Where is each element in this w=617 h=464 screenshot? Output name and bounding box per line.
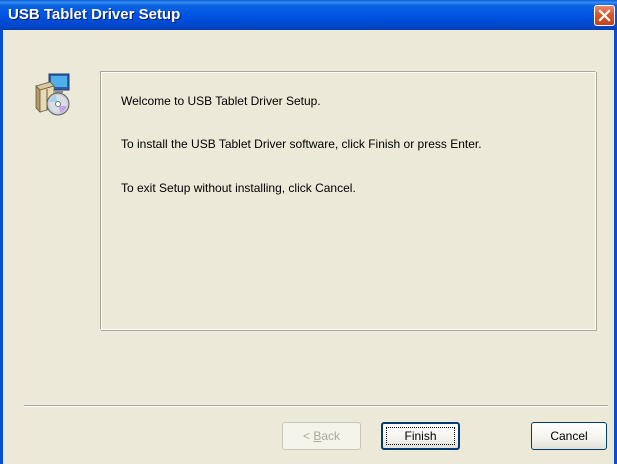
setup-dialog: USB Tablet Driver Setup Welcome to USB T… [0,0,617,464]
back-button[interactable]: < Back [282,422,361,450]
welcome-text: Welcome to USB Tablet Driver Setup. [121,94,321,108]
back-button-rest: ack [321,429,341,443]
window-title: USB Tablet Driver Setup [8,6,181,23]
back-button-label: < Back [303,429,340,443]
finish-button[interactable]: Finish [381,422,460,450]
cancel-button[interactable]: Cancel [531,422,607,450]
window-border-left [0,30,3,464]
cancel-button-label: Cancel [550,429,588,443]
title-bar[interactable]: USB Tablet Driver Setup [0,0,617,30]
message-panel: Welcome to USB Tablet Driver Setup. To i… [100,71,596,330]
back-button-prefix: < [302,429,314,443]
close-button[interactable] [594,5,615,26]
close-icon [598,9,611,22]
install-instruction-text: To install the USB Tablet Driver softwar… [121,137,482,151]
setup-installer-icon [35,73,70,116]
finish-button-label: Finish [404,429,437,443]
button-separator [24,405,608,407]
exit-instruction-text: To exit Setup without installing, click … [121,181,356,195]
